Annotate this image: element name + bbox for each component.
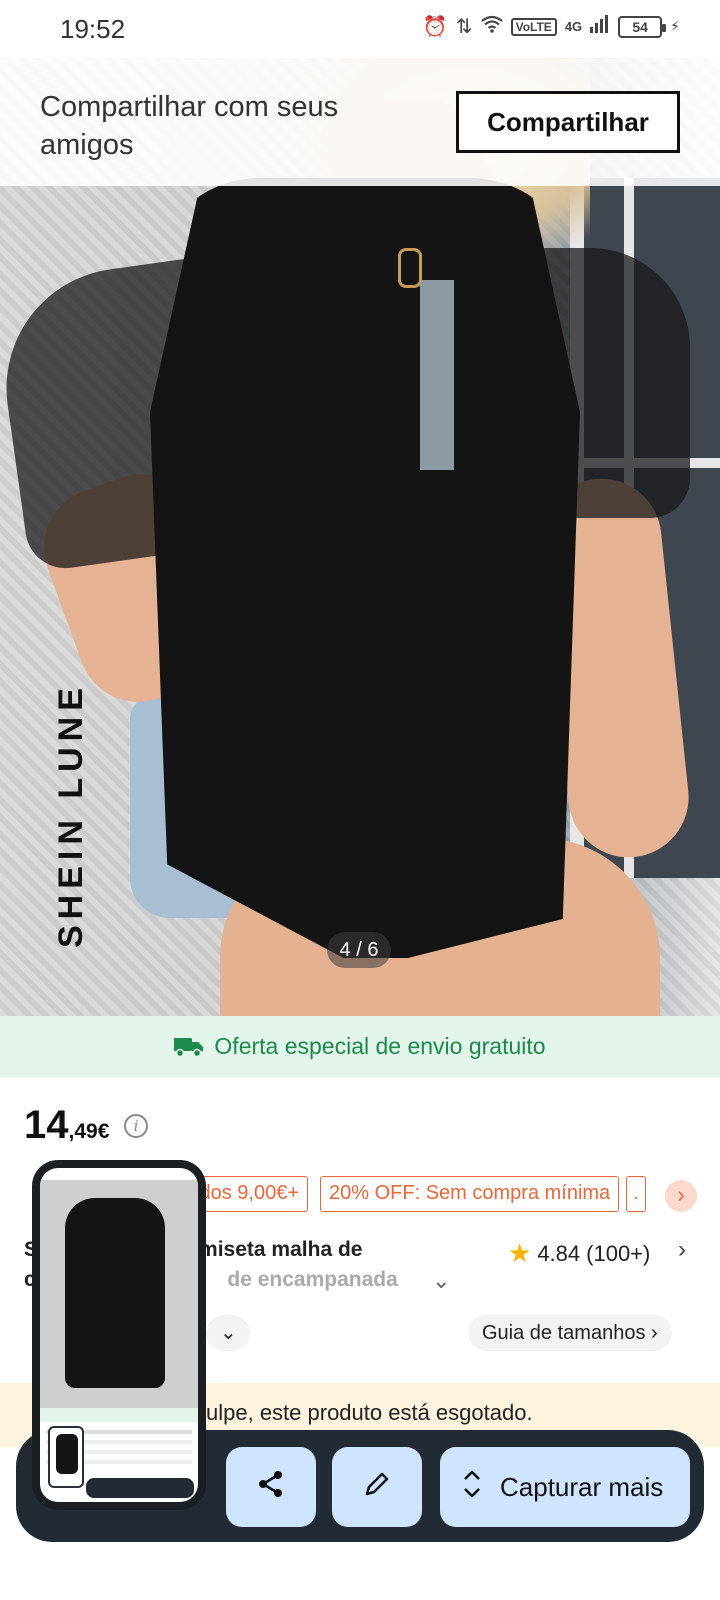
share-button[interactable]: Compartilhar bbox=[456, 91, 680, 153]
alarm-icon: ⏰ bbox=[422, 16, 448, 38]
size-guide-chip[interactable]: Guia de tamanhos › bbox=[468, 1315, 672, 1351]
chevron-right-icon: › bbox=[651, 1322, 658, 1344]
brand-watermark: SHEIN LUNE bbox=[52, 682, 90, 948]
thumbnail-preview bbox=[40, 1168, 198, 1502]
edit-screenshot-button[interactable] bbox=[332, 1447, 422, 1527]
price: 14,49€ bbox=[24, 1103, 109, 1148]
size-chip[interactable]: ⌄ bbox=[206, 1315, 250, 1351]
product-image[interactable]: SHEIN LUNE 4 / 6 bbox=[0, 58, 720, 1016]
capture-more-button[interactable]: Capturar mais bbox=[440, 1447, 690, 1527]
truck-icon bbox=[174, 1036, 204, 1058]
info-icon[interactable]: i bbox=[124, 1114, 148, 1138]
screen: 19:52 ⏰ ⇅ VoLTE 4G 54 ⚡ SHEIN LUNE 4 / 6… bbox=[0, 0, 720, 1600]
screenshot-thumbnail[interactable] bbox=[32, 1160, 206, 1510]
black-blouse bbox=[150, 178, 580, 958]
soldout-text: ulpe, este produto está esgotado. bbox=[206, 1400, 533, 1425]
shipping-banner[interactable]: Oferta especial de envio gratuito bbox=[0, 1016, 720, 1077]
rating-count: (100+) bbox=[586, 1240, 651, 1266]
price-integer: 14 bbox=[24, 1103, 69, 1147]
thumbnail-toolbar bbox=[86, 1478, 194, 1498]
data-transfer-icon: ⇅ bbox=[455, 16, 473, 38]
thumbnail-blouse bbox=[65, 1198, 165, 1388]
blouse-trim bbox=[420, 280, 454, 470]
share-prompt: Compartilhar com seus amigos bbox=[40, 91, 339, 161]
coupon-tag[interactable]: . bbox=[626, 1176, 646, 1212]
coupon-tag[interactable]: dos 9,00€+ bbox=[190, 1176, 308, 1212]
expand-vertical-icon bbox=[462, 1469, 482, 1506]
chevron-right-icon[interactable]: › bbox=[678, 1236, 686, 1264]
share-icon bbox=[256, 1469, 286, 1506]
charging-icon: ⚡ bbox=[670, 18, 680, 34]
status-time: 19:52 bbox=[60, 14, 126, 44]
price-decimal: ,49€ bbox=[68, 1120, 110, 1143]
rating[interactable]: ★ 4.84 (100+) bbox=[508, 1238, 650, 1269]
battery-icon: 54 bbox=[618, 15, 667, 38]
signal-icon bbox=[590, 14, 610, 39]
pencil-icon bbox=[363, 1470, 391, 1505]
capture-more-label: Capturar mais bbox=[500, 1471, 664, 1502]
chevron-down-icon[interactable]: ⌄ bbox=[432, 1268, 450, 1294]
chevron-right-icon[interactable]: › bbox=[665, 1180, 697, 1212]
star-icon: ★ bbox=[508, 1238, 532, 1268]
shipping-text: Oferta especial de envio gratuito bbox=[214, 1033, 546, 1059]
status-icons: ⏰ ⇅ VoLTE 4G 54 ⚡ bbox=[423, 14, 680, 39]
thumbnail-banner bbox=[40, 1408, 198, 1422]
necklace bbox=[398, 248, 422, 288]
network-type-label: 4G bbox=[564, 19, 583, 34]
image-pager: 4 / 6 bbox=[327, 932, 391, 968]
title-line2-end: de encampanada bbox=[227, 1268, 398, 1291]
wifi-icon bbox=[480, 15, 503, 39]
coupon-tag[interactable]: 20% OFF: Sem compra mínima bbox=[320, 1176, 620, 1212]
thumbnail-nested-preview bbox=[48, 1426, 84, 1488]
status-bar: 19:52 ⏰ ⇅ VoLTE 4G 54 ⚡ bbox=[0, 0, 720, 58]
share-overlay: Compartilhar com seus amigos Compartilha… bbox=[0, 58, 720, 186]
share-screenshot-button[interactable] bbox=[226, 1447, 316, 1527]
volte-badge: VoLTE bbox=[510, 17, 557, 36]
rating-value: 4.84 bbox=[537, 1240, 581, 1266]
size-guide-label: Guia de tamanhos bbox=[482, 1322, 646, 1344]
